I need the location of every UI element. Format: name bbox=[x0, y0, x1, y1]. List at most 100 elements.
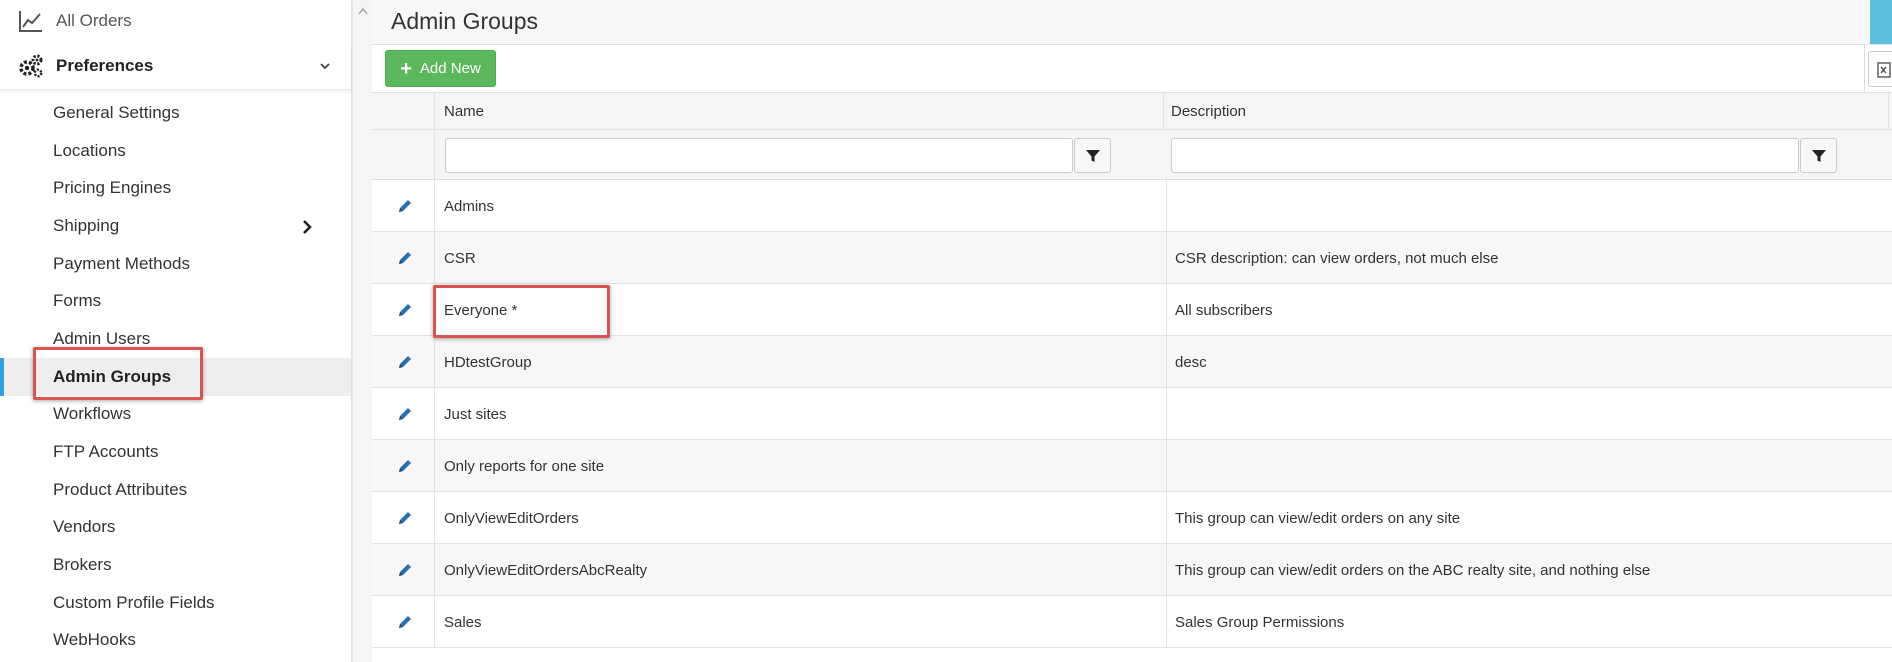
add-new-label: Add New bbox=[419, 60, 481, 77]
sidebar-item-webhooks[interactable]: WebHooks bbox=[0, 622, 351, 660]
cell-name: OnlyViewEditOrdersAbcRealty bbox=[444, 561, 648, 579]
description-filter-input[interactable] bbox=[1171, 138, 1799, 173]
grid-filter-row bbox=[372, 130, 1892, 180]
table-row[interactable]: OnlyViewEditOrders This group can view/e… bbox=[372, 492, 1892, 544]
sidebar-item-label: Payment Methods bbox=[53, 253, 191, 273]
toolbar-divider bbox=[1864, 45, 1865, 92]
sidebar-item-workflows[interactable]: Workflows bbox=[0, 396, 351, 434]
cell-divider bbox=[1166, 232, 1167, 284]
sidebar-item-pricing-engines[interactable]: Pricing Engines bbox=[0, 169, 351, 207]
sidebar: All Orders Preferences General Settings … bbox=[0, 0, 352, 662]
column-header-name[interactable]: Name bbox=[444, 93, 484, 130]
cell-divider bbox=[1166, 388, 1167, 440]
sidebar-item-admin-users[interactable]: Admin Users bbox=[0, 320, 351, 358]
preferences-label: Preferences bbox=[56, 55, 154, 75]
admin-groups-grid: Name Description Admins CSR CSR descript… bbox=[372, 93, 1892, 662]
sidebar-item-product-attributes[interactable]: Product Attributes bbox=[0, 471, 351, 509]
sidebar-item-brokers[interactable]: Brokers bbox=[0, 546, 351, 584]
sidebar-item-label: Pricing Engines bbox=[53, 178, 172, 198]
pencil-icon[interactable] bbox=[396, 353, 414, 371]
sidebar-item-label: Locations bbox=[53, 140, 126, 160]
toolbar: + Add New bbox=[372, 44, 1892, 93]
column-divider bbox=[434, 130, 435, 180]
column-header-description[interactable]: Description bbox=[1171, 93, 1246, 130]
pencil-icon[interactable] bbox=[396, 457, 414, 475]
cell-name: Only reports for one site bbox=[444, 457, 605, 475]
sidebar-item-shipping[interactable]: Shipping bbox=[0, 207, 351, 245]
table-row[interactable]: Just sites bbox=[372, 388, 1892, 440]
cell-description: All subscribers bbox=[1175, 301, 1273, 319]
pencil-icon[interactable] bbox=[396, 197, 414, 215]
sidebar-item-label: Admin Users bbox=[53, 328, 151, 348]
name-filter-button[interactable] bbox=[1074, 138, 1111, 173]
sidebar-item-admin-groups[interactable]: Admin Groups bbox=[0, 357, 351, 396]
table-row[interactable]: HDtestGroup desc bbox=[372, 336, 1892, 388]
description-filter-button[interactable] bbox=[1800, 138, 1837, 173]
table-row[interactable]: Everyone * All subscribers bbox=[372, 284, 1892, 336]
main-content: Admin Groups + Add New Name Description … bbox=[372, 0, 1892, 662]
cell-divider bbox=[434, 232, 435, 284]
pencil-icon[interactable] bbox=[396, 561, 414, 579]
table-row[interactable]: CSR CSR description: can view orders, no… bbox=[372, 232, 1892, 284]
pencil-icon[interactable] bbox=[396, 509, 414, 527]
funnel-icon bbox=[1812, 150, 1826, 162]
cell-description: desc bbox=[1175, 353, 1207, 371]
sidebar-item-label: General Settings bbox=[53, 102, 180, 122]
table-row[interactable]: Only reports for one site bbox=[372, 440, 1892, 492]
sidebar-item-label: Custom Profile Fields bbox=[53, 592, 215, 612]
corner-badge[interactable] bbox=[1870, 0, 1892, 44]
column-divider bbox=[1888, 93, 1889, 130]
app-window: All Orders Preferences General Settings … bbox=[0, 0, 1892, 662]
pencil-icon[interactable] bbox=[396, 301, 414, 319]
cell-divider bbox=[434, 440, 435, 492]
cell-description: CSR description: can view orders, not mu… bbox=[1175, 249, 1499, 267]
preferences-menu: General Settings Locations Pricing Engin… bbox=[0, 90, 351, 659]
sidebar-item-all-orders[interactable]: All Orders bbox=[0, 0, 351, 42]
sidebar-item-label: Brokers bbox=[53, 555, 112, 575]
name-filter-input[interactable] bbox=[445, 138, 1073, 173]
cell-divider bbox=[1166, 440, 1167, 492]
table-row[interactable]: OnlyViewEditOrdersAbcRealty This group c… bbox=[372, 544, 1892, 596]
cell-divider bbox=[434, 596, 435, 648]
table-row[interactable]: Sales Sales Group Permissions bbox=[372, 596, 1892, 648]
sidebar-item-ftp-accounts[interactable]: FTP Accounts bbox=[0, 433, 351, 471]
chevron-right-icon bbox=[303, 220, 312, 234]
sidebar-section-preferences[interactable]: Preferences bbox=[0, 42, 351, 90]
column-divider bbox=[434, 93, 435, 130]
sidebar-item-label: FTP Accounts bbox=[53, 442, 159, 462]
sidebar-item-forms[interactable]: Forms bbox=[0, 282, 351, 320]
grid-header: Name Description bbox=[372, 93, 1892, 130]
chevron-down-icon[interactable] bbox=[318, 59, 332, 73]
page-title: Admin Groups bbox=[391, 8, 539, 34]
funnel-icon bbox=[1086, 150, 1100, 162]
grid-body: Admins CSR CSR description: can view ord… bbox=[372, 180, 1892, 648]
pencil-icon[interactable] bbox=[396, 613, 414, 631]
sidebar-item-label: Admin Groups bbox=[53, 366, 172, 386]
add-new-button[interactable]: + Add New bbox=[385, 50, 496, 87]
export-excel-button[interactable] bbox=[1868, 51, 1892, 87]
sidebar-item-custom-profile-fields[interactable]: Custom Profile Fields bbox=[0, 584, 351, 622]
scroll-up-icon[interactable] bbox=[357, 6, 369, 16]
sidebar-item-locations[interactable]: Locations bbox=[0, 132, 351, 170]
cell-divider bbox=[434, 388, 435, 440]
sidebar-item-label: Forms bbox=[53, 291, 102, 311]
cell-description: This group can view/edit orders on the A… bbox=[1175, 561, 1651, 579]
table-row[interactable]: Admins bbox=[372, 180, 1892, 232]
cell-name: Just sites bbox=[444, 405, 507, 423]
cell-name: OnlyViewEditOrders bbox=[444, 509, 579, 527]
gears-icon bbox=[19, 54, 43, 77]
sidebar-scrollbar[interactable] bbox=[352, 0, 372, 662]
cell-divider bbox=[1166, 596, 1167, 648]
chart-line-icon bbox=[19, 11, 42, 32]
cell-name: CSR bbox=[444, 249, 476, 267]
pencil-icon[interactable] bbox=[396, 405, 414, 423]
sidebar-item-payment-methods[interactable]: Payment Methods bbox=[0, 245, 351, 283]
cell-divider bbox=[1166, 284, 1167, 336]
cell-divider bbox=[1166, 180, 1167, 232]
sidebar-item-general-settings[interactable]: General Settings bbox=[0, 94, 351, 132]
sidebar-item-vendors[interactable]: Vendors bbox=[0, 509, 351, 547]
sidebar-item-label: Workflows bbox=[53, 404, 132, 424]
cell-divider bbox=[1166, 336, 1167, 388]
pencil-icon[interactable] bbox=[396, 249, 414, 267]
cell-divider bbox=[434, 336, 435, 388]
